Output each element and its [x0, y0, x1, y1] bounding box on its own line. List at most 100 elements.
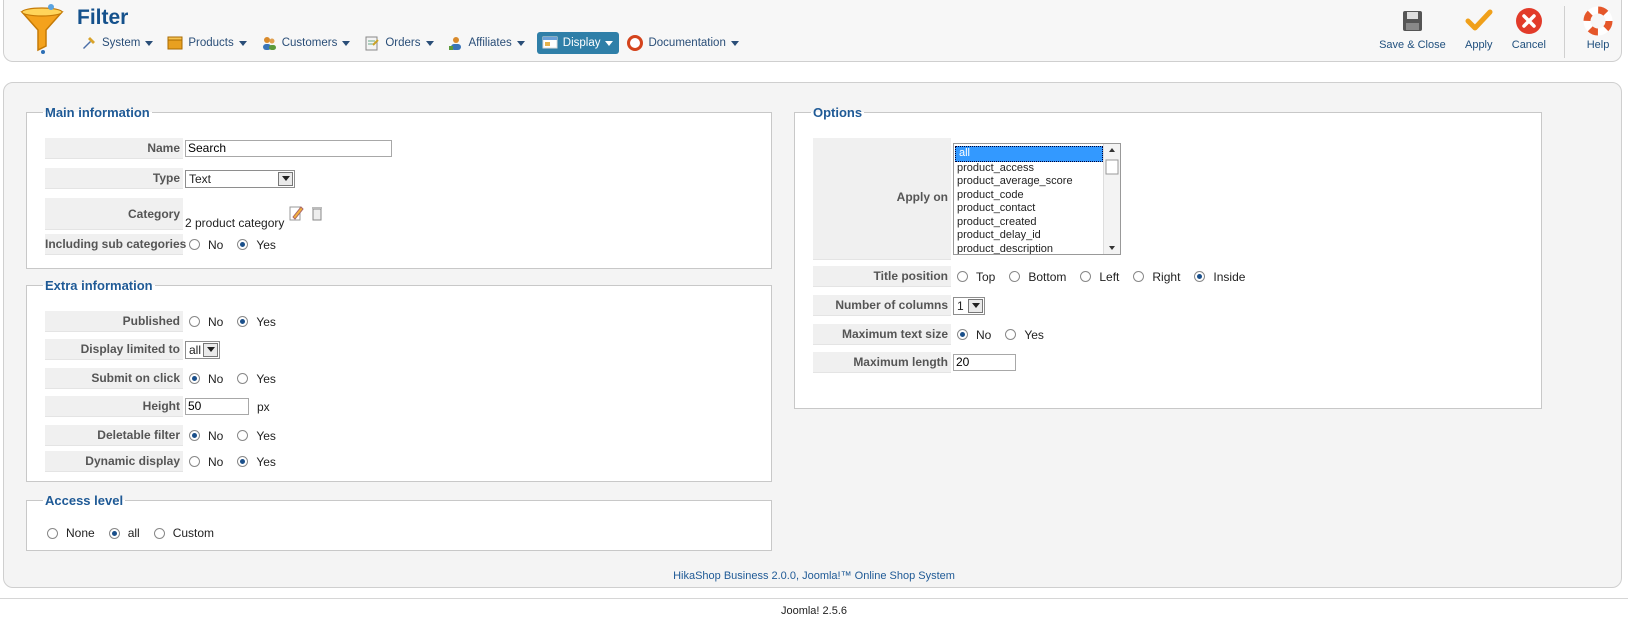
deletable-yes-radio[interactable]	[237, 430, 249, 441]
footer-credit-link[interactable]: HikaShop Business 2.0.0, Joomla!™ Online…	[0, 570, 1628, 582]
menu-affiliates[interactable]: Affiliates	[446, 32, 531, 54]
save-close-button[interactable]: Save & Close	[1379, 6, 1446, 51]
checkmark-icon	[1465, 9, 1493, 31]
apply-label: Apply	[1464, 39, 1493, 51]
columns-select[interactable]: 1	[953, 296, 985, 315]
main-information-fieldset: Main information Name Type Text Category…	[26, 105, 772, 269]
deletable-yes-label: Yes	[256, 428, 276, 443]
apply-on-option[interactable]: product_created	[954, 216, 1120, 230]
cancel-x-icon	[1515, 8, 1542, 34]
access-all-radio[interactable]	[108, 527, 120, 539]
menu-display[interactable]: Display	[536, 32, 620, 54]
cancel-button[interactable]: Cancel	[1512, 6, 1546, 51]
max-text-size-yes-label: Yes	[1024, 327, 1044, 342]
height-unit: px	[257, 399, 270, 414]
display-limited-row: Display limited to all	[45, 339, 220, 360]
published-row: Published No Yes	[45, 311, 286, 332]
box-icon	[167, 36, 183, 50]
access-all-label: all	[127, 526, 140, 540]
access-none-label: None	[66, 526, 95, 540]
type-label: Type	[45, 168, 183, 189]
name-input[interactable]	[185, 140, 392, 157]
apply-on-option[interactable]: product_access	[954, 162, 1120, 176]
apply-button[interactable]: Apply	[1464, 6, 1494, 51]
footer-divider	[0, 598, 1628, 599]
dynamic-no-radio[interactable]	[189, 456, 200, 467]
category-value: 2 product category	[185, 216, 285, 230]
subcategories-yes-radio[interactable]	[237, 239, 249, 250]
type-row: Type Text	[45, 168, 295, 189]
edit-pencil-icon[interactable]	[288, 204, 305, 222]
menu-affiliates-label: Affiliates	[468, 37, 512, 49]
published-no-radio[interactable]	[189, 316, 200, 327]
menu-documentation-label: Documentation	[648, 37, 726, 49]
menu-system[interactable]: System	[79, 32, 159, 54]
max-text-size-yes-radio[interactable]	[1005, 329, 1017, 340]
max-text-size-row: Maximum text size No Yes	[813, 324, 1054, 345]
dynamic-label: Dynamic display	[45, 451, 183, 472]
title-position-bottom-label: Bottom	[1028, 269, 1067, 284]
tools-icon	[83, 37, 95, 49]
apply-on-option[interactable]: product_average_score	[954, 175, 1120, 189]
version-text: Joomla! 2.5.6	[780, 605, 848, 617]
menu-products[interactable]: Products	[165, 32, 252, 54]
apply-on-scrollbar[interactable]	[1103, 144, 1120, 254]
apply-on-option[interactable]: product_delay_id	[954, 229, 1120, 243]
access-custom-radio[interactable]	[153, 527, 165, 539]
display-limited-select[interactable]: all	[185, 340, 220, 359]
max-text-size-no-radio[interactable]	[957, 329, 968, 340]
columns-label: Number of columns	[813, 295, 951, 316]
options-fieldset: Options Apply on all product_access prod…	[794, 105, 1542, 409]
menu-documentation[interactable]: Documentation	[625, 32, 744, 54]
type-select[interactable]: Text	[185, 169, 295, 188]
apply-on-listbox[interactable]: all product_access product_average_score…	[953, 143, 1121, 255]
deletable-label: Deletable filter	[45, 425, 183, 446]
floppy-disk-icon	[1403, 11, 1423, 31]
apply-on-option[interactable]: product_code	[954, 189, 1120, 203]
submit-no-label: No	[208, 371, 224, 386]
menu-system-label: System	[102, 37, 141, 49]
max-text-size-label: Maximum text size	[813, 324, 951, 345]
deletable-no-radio[interactable]	[189, 430, 200, 441]
chevron-down-icon	[278, 171, 293, 186]
subcategories-no-radio[interactable]	[189, 239, 200, 250]
menu-customers[interactable]: Customers	[259, 32, 357, 54]
dynamic-yes-radio[interactable]	[237, 456, 249, 467]
scrollbar-arrows-icon	[1105, 148, 1119, 250]
subcategories-no-label: No	[208, 237, 224, 252]
title-position-right-radio[interactable]	[1133, 271, 1145, 282]
dynamic-no-label: No	[208, 454, 224, 469]
title-position-top-radio[interactable]	[957, 271, 968, 282]
max-length-row: Maximum length	[813, 352, 1016, 373]
title-position-bottom-radio[interactable]	[1009, 271, 1021, 282]
help-button[interactable]: Help	[1583, 6, 1613, 51]
name-label: Name	[45, 138, 183, 159]
chevron-down-icon	[342, 40, 351, 46]
access-level-row: None all Custom	[41, 526, 224, 540]
chevron-down-icon	[730, 40, 739, 46]
max-length-input[interactable]	[953, 354, 1016, 371]
trash-icon[interactable]	[310, 204, 324, 222]
toolbar-separator	[1564, 6, 1565, 58]
height-input[interactable]	[185, 398, 249, 415]
chevron-down-icon	[605, 40, 614, 46]
title-position-left-radio[interactable]	[1080, 271, 1092, 282]
apply-on-option[interactable]: all	[955, 146, 1103, 162]
submit-no-radio[interactable]	[189, 373, 200, 384]
submit-yes-label: Yes	[256, 371, 276, 386]
orders-icon	[365, 36, 380, 51]
submit-yes-radio[interactable]	[237, 373, 249, 384]
title-position-left-label: Left	[1099, 269, 1120, 284]
published-yes-radio[interactable]	[237, 316, 249, 327]
subcategories-row: Including sub categories No Yes	[45, 234, 286, 255]
affiliates-icon	[448, 37, 461, 50]
access-none-radio[interactable]	[47, 527, 58, 539]
chevron-down-icon	[425, 40, 434, 46]
apply-on-option[interactable]: product_description	[954, 243, 1120, 255]
title-position-inside-radio[interactable]	[1194, 271, 1206, 282]
funnel-logo-icon	[20, 4, 64, 54]
apply-on-option[interactable]: product_contact	[954, 202, 1120, 216]
height-label: Height	[45, 396, 183, 417]
menu-orders[interactable]: Orders	[362, 32, 439, 54]
columns-value: 1	[957, 298, 964, 313]
